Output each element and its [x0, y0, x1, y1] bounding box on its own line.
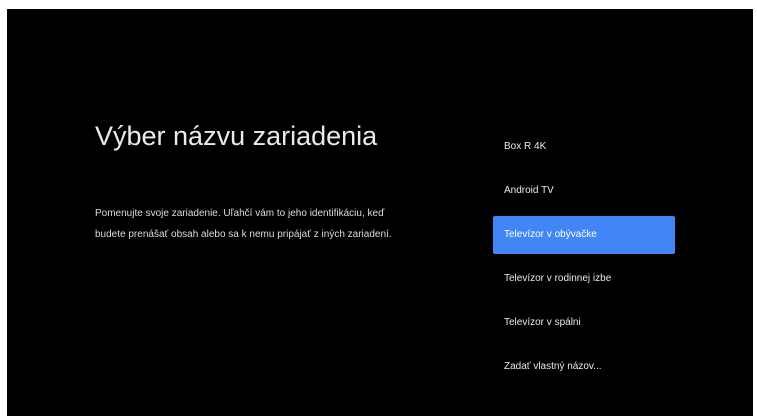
option-android-tv[interactable]: Android TV [493, 172, 675, 210]
description-line-1: Pomenujte svoje zariadenie. Uľahčí vám t… [95, 208, 385, 219]
option-box-r-4k[interactable]: Box R 4K [493, 128, 675, 166]
description-line-2: budete prenášať obsah alebo sa k nemu pr… [95, 229, 392, 240]
device-name-options: Box R 4K Android TV Televízor v obývačke… [493, 128, 675, 392]
page-description: Pomenujte svoje zariadenie. Uľahčí vám t… [95, 203, 435, 245]
page-title: Výber názvu zariadenia [95, 121, 378, 151]
option-custom-name[interactable]: Zadať vlastný názov... [493, 348, 675, 386]
option-bedroom-tv[interactable]: Televízor v spálni [493, 304, 675, 342]
tv-setup-screen: Výber názvu zariadenia Pomenujte svoje z… [7, 9, 753, 416]
option-living-room-tv[interactable]: Televízor v obývačke [493, 216, 675, 254]
option-family-room-tv[interactable]: Televízor v rodinnej izbe [493, 260, 675, 298]
